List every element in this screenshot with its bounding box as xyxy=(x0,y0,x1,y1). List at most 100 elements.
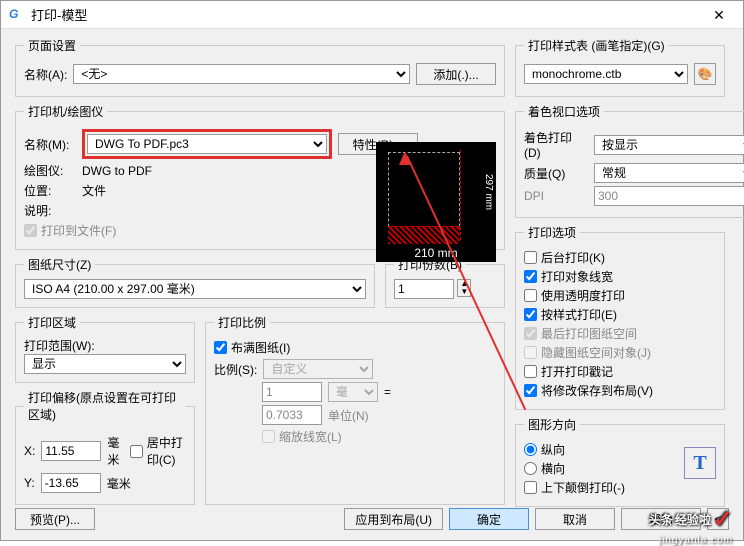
landscape-label: 横向 xyxy=(541,460,565,477)
portrait-radio[interactable] xyxy=(524,443,537,456)
offset-group: 打印偏移(原点设置在可打印区域) X: 毫米 居中打印(C) Y: 毫米 xyxy=(15,389,195,505)
copies-spinner-icon[interactable]: ▲▼ xyxy=(457,279,471,297)
upside-check[interactable] xyxy=(524,481,537,494)
paper-size-legend: 图纸尺寸(Z) xyxy=(24,256,95,273)
center-check[interactable] xyxy=(130,445,143,458)
style-table-group: 打印样式表 (画笔指定)(G) monochrome.ctb 🎨 xyxy=(515,37,725,97)
hide-space-check xyxy=(524,346,537,359)
save-layout-label: 将修改保存到布局(V) xyxy=(541,382,653,399)
scale-legend: 打印比例 xyxy=(214,314,270,331)
print-options-group: 打印选项 后台打印(K) 打印对象线宽 使用透明度打印 按样式打印(E) 最后打… xyxy=(515,224,725,410)
window-title: 打印-模型 xyxy=(31,5,703,24)
fit-paper-label: 布满图纸(I) xyxy=(231,339,290,356)
scale-lineweight-check xyxy=(262,430,275,443)
paper-preview: 210 mm 297 mm xyxy=(376,142,496,262)
shaded-group: 着色视口选项 着色打印(D) 按显示 质量(Q) 常规 DPI xyxy=(515,103,744,218)
orientation-legend: 图形方向 xyxy=(524,416,580,433)
close-icon[interactable]: ✕ xyxy=(703,3,735,27)
copies-group: 打印份数(B) ▲▼ xyxy=(385,256,505,308)
offset-legend: 打印偏移(原点设置在可打印区域) xyxy=(24,389,186,423)
printer-name-select[interactable]: DWG To PDF.pc3 xyxy=(87,134,327,154)
add-button[interactable]: 添加(.)... xyxy=(416,63,496,85)
ok-button[interactable]: 确定 xyxy=(449,508,529,530)
printer-group: 打印机/绘图仪 名称(M): DWG To PDF.pc3 特性(R)... 绘… xyxy=(15,103,505,250)
upside-label: 上下颠倒打印(-) xyxy=(541,479,625,496)
printer-highlight: DWG To PDF.pc3 xyxy=(82,129,332,159)
scale-unit-select: 毫米 xyxy=(328,382,378,402)
stamp-label: 打开打印戳记 xyxy=(541,363,613,380)
offset-x-input[interactable] xyxy=(41,441,101,461)
page-setup-legend: 页面设置 xyxy=(24,37,80,54)
style-edit-button[interactable]: 🎨 xyxy=(694,63,716,85)
page-name-label: 名称(A): xyxy=(24,66,67,83)
collapse-button[interactable]: < xyxy=(707,508,729,530)
offset-y-input[interactable] xyxy=(41,473,101,493)
shade-print-select[interactable]: 按显示 xyxy=(594,135,744,155)
style-edit-icon: 🎨 xyxy=(698,67,713,81)
offset-x-unit: 毫米 xyxy=(107,434,124,468)
last-space-label: 最后打印图纸空间 xyxy=(541,325,637,342)
print-options-legend: 打印选项 xyxy=(524,224,580,241)
preview-button[interactable]: 预览(P)... xyxy=(15,508,95,530)
titlebar: G 打印-模型 ✕ xyxy=(1,1,743,29)
quality-label: 质量(Q) xyxy=(524,165,588,182)
preview-height: 297 mm xyxy=(483,174,494,210)
print-area-legend: 打印区域 xyxy=(24,314,80,331)
offset-y-unit: 毫米 xyxy=(107,475,131,492)
print-area-group: 打印区域 打印范围(W): 显示 xyxy=(15,314,195,383)
bg-print-label: 后台打印(K) xyxy=(541,249,605,266)
transparency-label: 使用透明度打印 xyxy=(541,287,625,304)
dpi-input xyxy=(594,186,744,206)
scale-lineweight-label: 缩放线宽(L) xyxy=(279,428,342,445)
orientation-group: 图形方向 纵向 横向 上下颠倒打印(-) T xyxy=(515,416,725,507)
printer-legend: 打印机/绘图仪 xyxy=(24,103,107,120)
location-value: 文件 xyxy=(82,182,106,199)
chevron-left-icon: < xyxy=(714,512,721,526)
save-layout-check[interactable] xyxy=(524,384,537,397)
help-button[interactable]: 帮助 xyxy=(621,508,701,530)
orientation-icon: T xyxy=(684,447,716,479)
by-style-check[interactable] xyxy=(524,308,537,321)
copies-input[interactable] xyxy=(394,279,454,299)
paper-size-select[interactable]: ISO A4 (210.00 x 297.00 毫米) xyxy=(24,279,366,299)
plotter-label: 绘图仪: xyxy=(24,162,76,179)
portrait-label: 纵向 xyxy=(541,441,565,458)
quality-select[interactable]: 常规 xyxy=(594,163,744,183)
dpi-label: DPI xyxy=(524,189,588,203)
desc-label: 说明: xyxy=(24,202,76,219)
scale-unit-input xyxy=(262,382,322,402)
landscape-radio[interactable] xyxy=(524,462,537,475)
stamp-check[interactable] xyxy=(524,365,537,378)
shade-print-label: 着色打印(D) xyxy=(524,129,588,160)
printer-name-label: 名称(M): xyxy=(24,136,76,153)
apply-layout-button[interactable]: 应用到布局(U) xyxy=(344,508,443,530)
copies-legend: 打印份数(B) xyxy=(394,256,466,273)
fit-paper-check[interactable] xyxy=(214,341,227,354)
app-logo-icon: G xyxy=(9,7,25,23)
style-table-legend: 打印样式表 (画笔指定)(G) xyxy=(524,37,669,54)
style-table-select[interactable]: monochrome.ctb xyxy=(524,64,688,84)
last-space-check xyxy=(524,327,537,340)
hide-space-label: 隐藏图纸空间对象(J) xyxy=(541,344,651,361)
print-to-file-label: 打印到文件(F) xyxy=(41,222,116,239)
location-label: 位置: xyxy=(24,182,76,199)
drawing-units-label: 单位(N) xyxy=(328,407,369,424)
print-to-file-check xyxy=(24,224,37,237)
transparency-check[interactable] xyxy=(524,289,537,302)
shaded-legend: 着色视口选项 xyxy=(524,103,604,120)
page-name-select[interactable]: <无> xyxy=(73,64,410,84)
drawing-units-input xyxy=(262,405,322,425)
center-label: 居中打印(C) xyxy=(147,434,186,468)
scale-ratio-select: 自定义 xyxy=(263,359,373,379)
paper-size-group: 图纸尺寸(Z) ISO A4 (210.00 x 297.00 毫米) xyxy=(15,256,375,308)
bg-print-check[interactable] xyxy=(524,251,537,264)
lineweight-check[interactable] xyxy=(524,270,537,283)
plotter-value: DWG to PDF xyxy=(82,164,152,178)
cancel-button[interactable]: 取消 xyxy=(535,508,615,530)
page-setup-group: 页面设置 名称(A): <无> 添加(.)... xyxy=(15,37,505,97)
by-style-label: 按样式打印(E) xyxy=(541,306,617,323)
print-range-select[interactable]: 显示 xyxy=(24,354,186,374)
print-range-label: 打印范围(W): xyxy=(24,337,186,354)
scale-ratio-label: 比例(S): xyxy=(214,361,257,378)
offset-y-label: Y: xyxy=(24,476,35,490)
